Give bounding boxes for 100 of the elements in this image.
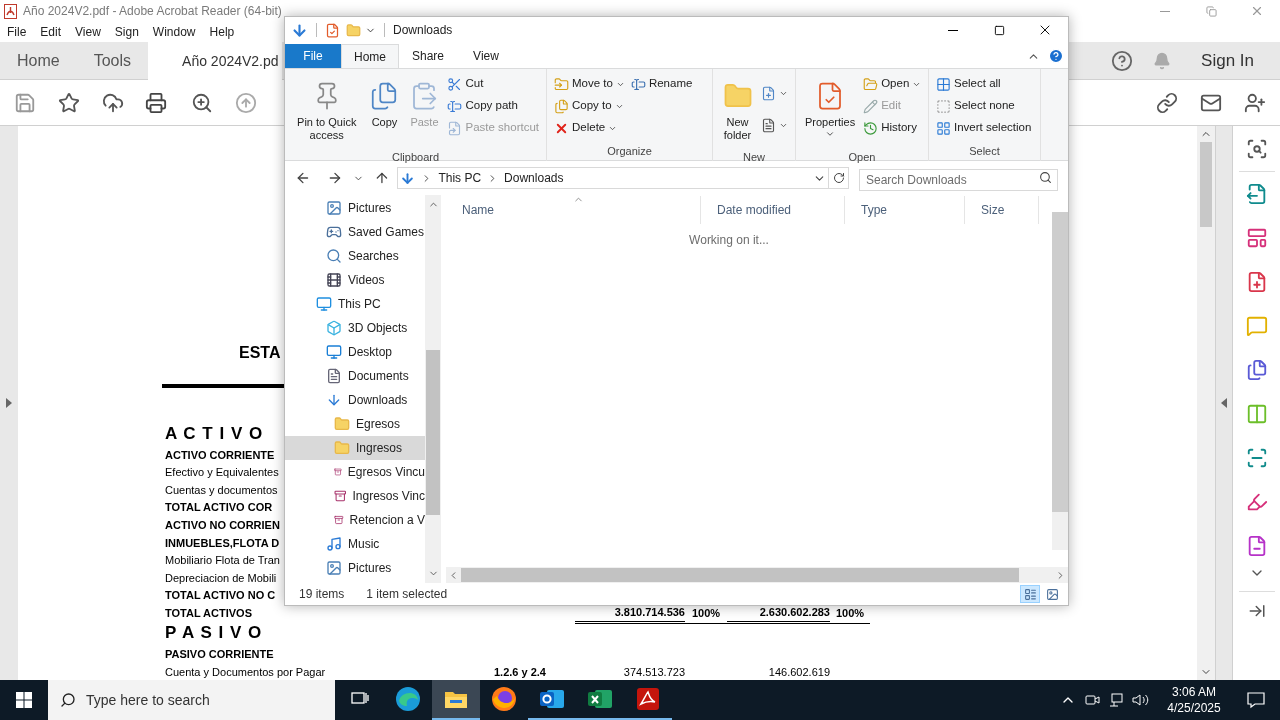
menu-item[interactable]: Edit: [33, 23, 69, 41]
ribbon-button[interactable]: Pin to Quick access: [290, 73, 364, 149]
nav-item[interactable]: Saved Games: [285, 220, 425, 244]
file-menu-tab[interactable]: File: [285, 44, 341, 68]
image-icon: [326, 560, 342, 576]
share-link-icon[interactable]: [1156, 91, 1178, 114]
amount: 2.630.602.283: [759, 605, 830, 621]
menu-item[interactable]: Help: [202, 23, 242, 41]
nav-item[interactable]: Ingresos: [285, 436, 425, 460]
add-user-icon[interactable]: [1244, 91, 1266, 114]
nav-item[interactable]: Pictures: [285, 556, 425, 580]
row-label: TOTAL ACTIVO COR: [165, 500, 273, 516]
nav-item[interactable]: Videos: [285, 268, 425, 292]
breadcrumb[interactable]: This PC: [438, 169, 482, 187]
menu-item[interactable]: File: [0, 23, 34, 41]
address-bar[interactable]: This PC Downloads: [397, 167, 830, 189]
network-icon[interactable]: [1108, 692, 1124, 708]
column-header[interactable]: Date modified: [701, 196, 845, 224]
nav-item[interactable]: This PC: [285, 292, 425, 316]
nav-item[interactable]: Ingresos Vinc: [285, 484, 425, 508]
document-export-icon[interactable]: [1245, 183, 1268, 205]
monitor-icon: [316, 296, 332, 312]
ribbon-tab[interactable]: Share: [399, 44, 457, 68]
nav-item[interactable]: Egresos: [285, 412, 425, 436]
scroll-thumb[interactable]: [461, 568, 1019, 582]
column-header[interactable]: Type: [845, 196, 965, 224]
documents-icon[interactable]: [1245, 359, 1268, 381]
tab[interactable]: Año 2024V2.pd: [148, 42, 283, 80]
scroll-thumb[interactable]: [426, 350, 440, 515]
nav-item[interactable]: Retencion a V: [285, 508, 425, 532]
nav-item[interactable]: Pictures: [285, 196, 425, 220]
document-icon: [326, 368, 342, 384]
clock[interactable]: 3:06 AM 4/25/2025: [1156, 684, 1232, 716]
tab[interactable]: Home: [0, 42, 77, 80]
notifications-icon[interactable]: [1246, 691, 1266, 709]
ribbon-tab[interactable]: View: [457, 44, 515, 68]
pen-icon[interactable]: [1245, 491, 1268, 513]
column-header[interactable]: Size: [965, 196, 1039, 224]
taskbar-search-field[interactable]: Type here to search: [48, 680, 335, 720]
ribbon-button[interactable]: Copy: [365, 73, 404, 149]
ribbon-tab[interactable]: Home: [341, 44, 399, 68]
vertical-scrollbar[interactable]: [1197, 126, 1215, 680]
music-note-icon: [326, 536, 342, 552]
nav-item[interactable]: Searches: [285, 244, 425, 268]
row-label: A C T I V O: [165, 422, 264, 445]
expand-panel-icon[interactable]: [1247, 602, 1266, 620]
help-icon[interactable]: [1111, 49, 1134, 72]
group-label: Select: [969, 144, 1000, 159]
layout-icon[interactable]: [1245, 227, 1268, 249]
tab[interactable]: Tools: [76, 42, 149, 80]
menu-item[interactable]: Sign: [107, 23, 146, 41]
scan-icon[interactable]: [1245, 447, 1268, 469]
back-button[interactable]: [295, 170, 311, 186]
nav-scrollbar[interactable]: [425, 195, 441, 583]
zoom-icon[interactable]: [191, 91, 213, 114]
nav-item[interactable]: Music: [285, 532, 425, 556]
expand-arrow-icon[interactable]: [6, 398, 12, 408]
search-field[interactable]: Search Downloads: [859, 169, 1058, 191]
meet-icon[interactable]: [1084, 692, 1100, 708]
ribbon-button[interactable]: Copy path: [445, 95, 541, 117]
refresh-button[interactable]: [829, 167, 849, 189]
breadcrumb[interactable]: Downloads: [504, 169, 564, 187]
ribbon-button[interactable]: New folder: [718, 73, 757, 149]
nav-item[interactable]: Downloads: [285, 388, 425, 412]
ribbon-button[interactable]: History: [861, 117, 924, 139]
ribbon-button[interactable]: Properties: [801, 73, 860, 149]
grid-icon: [936, 98, 951, 114]
checklist-icon[interactable]: [325, 22, 340, 38]
ribbon-button[interactable]: Cut: [445, 73, 541, 95]
star-icon[interactable]: [58, 91, 80, 114]
nav-item[interactable]: Desktop: [285, 340, 425, 364]
collapse-arrow-icon[interactable]: [1221, 398, 1227, 408]
speaker-icon[interactable]: [1132, 692, 1150, 708]
nav-item[interactable]: Documents: [285, 364, 425, 388]
sign-in-button[interactable]: Sign In: [1201, 47, 1254, 74]
ribbon-button[interactable]: Select none: [934, 95, 1034, 117]
ribbon-button[interactable]: Delete: [552, 117, 627, 139]
save-icon[interactable]: [14, 91, 36, 114]
ribbon-button[interactable]: Select all: [934, 73, 1034, 95]
ribbon-button[interactable]: Copy to: [552, 95, 627, 117]
column-header[interactable]: Name: [446, 196, 701, 224]
horizontal-scrollbar[interactable]: [446, 567, 1068, 583]
cloud-upload-icon[interactable]: [102, 91, 124, 114]
search-icon: [60, 692, 76, 708]
ribbon-button[interactable]: Move to: [552, 73, 627, 95]
nav-item[interactable]: 3D Objects: [285, 316, 425, 340]
menu-item[interactable]: View: [68, 23, 108, 41]
taskbar-app[interactable]: [432, 680, 480, 720]
ribbon-button[interactable]: Invert selection: [934, 117, 1034, 139]
ribbon-button[interactable]: Rename: [628, 73, 695, 95]
ribbon-button[interactable]: Open: [861, 73, 924, 95]
details-view-button[interactable]: [1020, 585, 1040, 603]
search-icon: [1039, 171, 1052, 184]
menu-item[interactable]: Window: [145, 23, 203, 41]
zoom-icon[interactable]: [1245, 138, 1268, 160]
nav-item[interactable]: Egresos Vincu: [285, 460, 425, 484]
row-label: TOTAL ACTIVO NO C: [165, 588, 276, 604]
down-arrow-icon[interactable]: [291, 21, 308, 39]
print-icon[interactable]: [145, 91, 167, 114]
scroll-thumb[interactable]: [1200, 142, 1212, 227]
